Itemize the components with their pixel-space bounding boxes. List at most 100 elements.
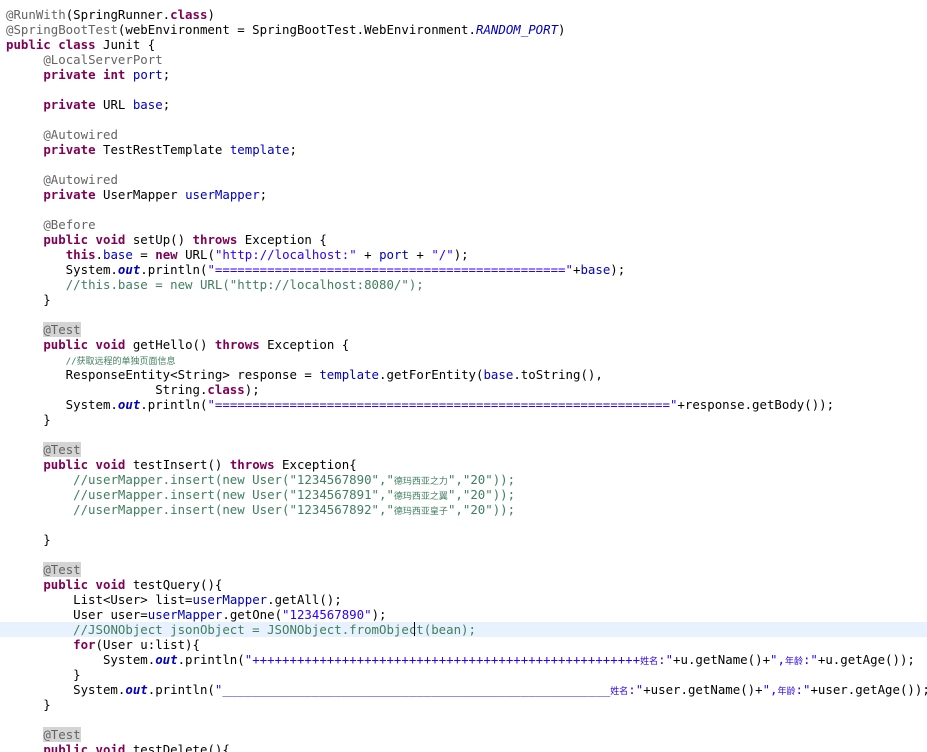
code-token: public xyxy=(43,336,89,352)
code-line[interactable]: public void testInsert() throws Exceptio… xyxy=(0,457,927,472)
code-line[interactable]: System.out.println("====================… xyxy=(0,397,927,412)
code-line[interactable]: public class Junit { xyxy=(0,37,927,52)
code-line[interactable]: for(User u:list){ xyxy=(0,637,927,652)
code-token: @SpringBootTest xyxy=(6,21,118,37)
code-token: .println( xyxy=(140,261,208,277)
code-line[interactable]: public void testQuery(){ xyxy=(0,577,927,592)
code-line[interactable]: } xyxy=(0,412,927,427)
code-token: @Before xyxy=(43,216,96,232)
code-token: List<User> xyxy=(6,591,156,607)
code-token: out xyxy=(117,396,141,412)
code-line[interactable]: @Autowired xyxy=(0,127,927,142)
code-token: .getOne( xyxy=(222,606,283,622)
code-line[interactable]: private TestRestTemplate template; xyxy=(0,142,927,157)
code-token: Exception{ xyxy=(274,456,357,472)
code-line[interactable]: String.class); xyxy=(0,382,927,397)
code-token: .println( xyxy=(177,651,245,667)
code-token: base xyxy=(580,261,611,277)
code-line[interactable] xyxy=(0,202,927,217)
text-caret xyxy=(414,621,415,636)
code-line[interactable]: List<User> list=userMapper.getAll(); xyxy=(0,592,927,607)
code-line[interactable]: System.out.println("====================… xyxy=(0,262,927,277)
code-line[interactable] xyxy=(0,157,927,172)
code-token: +u.getName()+ xyxy=(673,651,771,667)
code-token: @Autowired xyxy=(43,171,118,187)
code-token: user xyxy=(650,681,681,697)
code-line[interactable]: } xyxy=(0,292,927,307)
code-token: void xyxy=(95,231,126,247)
code-token: out xyxy=(117,261,141,277)
code-token: template xyxy=(319,366,380,382)
code-line[interactable]: ResponseEntity<String> response = templa… xyxy=(0,367,927,382)
code-token: userMapper xyxy=(192,591,268,607)
code-line[interactable]: @Test xyxy=(0,561,927,577)
code-line[interactable] xyxy=(0,547,927,562)
code-line[interactable]: //userMapper.insert(new User("1234567890… xyxy=(0,472,927,487)
code-line[interactable] xyxy=(0,427,927,442)
code-line[interactable]: this.base = new URL("http://localhost:" … xyxy=(0,247,927,262)
code-line[interactable]: private int port; xyxy=(0,67,927,82)
code-token: } xyxy=(6,696,51,712)
code-token: public xyxy=(43,456,89,472)
code-token: new xyxy=(155,246,178,262)
code-token: .getBody()); xyxy=(744,396,835,412)
code-line[interactable] xyxy=(0,712,927,727)
code-token: response xyxy=(237,366,297,382)
code-line[interactable]: System.out.println("____________________… xyxy=(0,682,927,697)
code-line[interactable]: @SpringBootTest(webEnvironment = SpringB… xyxy=(0,22,927,37)
code-line[interactable] xyxy=(0,82,927,97)
code-line[interactable]: @Test xyxy=(0,441,927,457)
code-token: = xyxy=(140,606,148,622)
code-line[interactable]: private URL base; xyxy=(0,97,927,112)
code-token: ); xyxy=(371,606,387,622)
code-token: TestRestTemplate xyxy=(95,141,230,157)
code-line[interactable] xyxy=(0,307,927,322)
code-line[interactable]: //userMapper.insert(new User("1234567892… xyxy=(0,502,927,517)
code-line[interactable]: @Test xyxy=(0,726,927,742)
code-token: System. xyxy=(6,651,156,667)
code-token: throws xyxy=(229,456,275,472)
code-token: "+++++++++++++++++++++++++++++++++++++++… xyxy=(244,651,641,667)
code-line[interactable]: //userMapper.insert(new User("1234567891… xyxy=(0,487,927,502)
code-line[interactable]: //获取远程的单独页面信息 xyxy=(0,352,927,367)
code-token: list xyxy=(155,591,186,607)
code-token: URL( xyxy=(177,246,215,262)
code-line[interactable]: @LocalServerPort xyxy=(0,52,927,67)
code-token: String. xyxy=(6,381,208,397)
code-line[interactable]: public void getHello() throws Exception … xyxy=(0,337,927,352)
code-token: public xyxy=(43,741,89,752)
code-line[interactable]: private UserMapper userMapper; xyxy=(0,187,927,202)
code-line[interactable]: @Before xyxy=(0,217,927,232)
code-line[interactable]: public void testDelete(){ xyxy=(0,742,927,752)
code-line[interactable]: } xyxy=(0,667,927,682)
code-line[interactable]: //JSONObject jsonObject = JSONObject.fro… xyxy=(0,621,927,637)
code-token: :" xyxy=(795,681,811,697)
code-token: 德玛西亚皇子 xyxy=(393,506,448,517)
code-line[interactable]: public void setUp() throws Exception { xyxy=(0,232,927,247)
code-editor[interactable]: @RunWith(SpringRunner.class) @SpringBootT… xyxy=(0,0,927,752)
code-line[interactable]: @Test xyxy=(0,321,927,337)
code-line[interactable] xyxy=(0,112,927,127)
code-line[interactable]: } xyxy=(0,532,927,547)
code-line[interactable]: @RunWith(SpringRunner.class) xyxy=(0,7,927,22)
code-line[interactable]: //this.base = new URL("http://localhost:… xyxy=(0,277,927,292)
code-token: "1234567890" xyxy=(282,606,372,622)
code-token: (webEnvironment = SpringBootTest.WebEnvi… xyxy=(117,21,476,37)
code-token: this xyxy=(65,246,96,262)
code-line[interactable]: } xyxy=(0,697,927,712)
code-token: base xyxy=(132,96,163,112)
code-token: private xyxy=(43,66,96,82)
code-line[interactable] xyxy=(0,517,927,532)
code-line[interactable]: @Autowired xyxy=(0,172,927,187)
code-token: .getForEntity( xyxy=(379,366,484,382)
code-line[interactable]: System.out.println("++++++++++++++++++++… xyxy=(0,652,927,667)
code-token: class xyxy=(207,381,245,397)
code-line[interactable]: User user=userMapper.getOne("1234567890"… xyxy=(0,607,927,622)
code-token: getHello() xyxy=(125,336,215,352)
code-token: testQuery(){ xyxy=(125,576,223,592)
